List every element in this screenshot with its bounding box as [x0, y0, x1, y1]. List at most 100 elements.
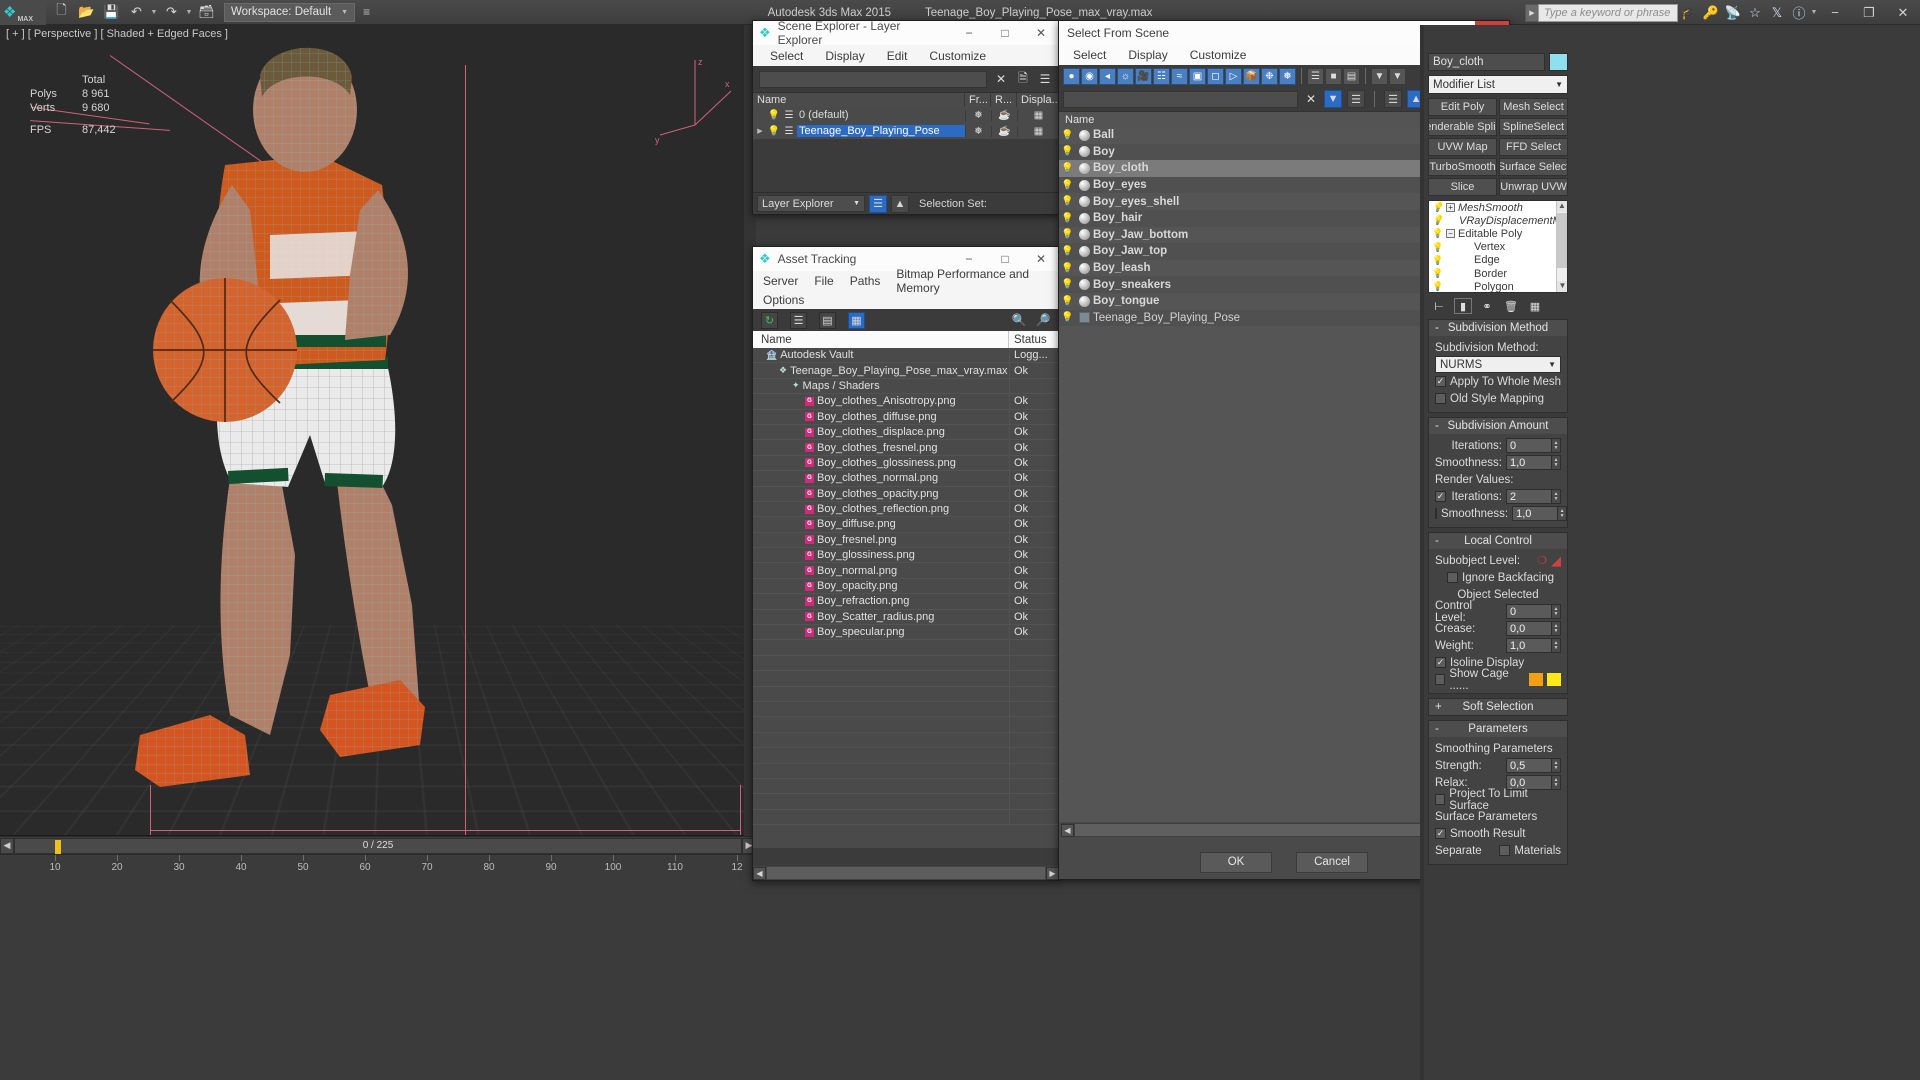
- column-freeze[interactable]: Fr...: [965, 93, 991, 107]
- spinner-arrows-icon[interactable]: ▲▼: [1552, 489, 1561, 504]
- show-cage-checkbox[interactable]: [1435, 674, 1445, 685]
- scene-explorer-menu-customize[interactable]: Customize: [929, 49, 986, 63]
- sfs-menu-customize[interactable]: Customize: [1190, 48, 1247, 62]
- show-cage-row[interactable]: Show Cage ......: [1435, 671, 1561, 688]
- sfs-menu-select[interactable]: Select: [1073, 48, 1106, 62]
- column-name[interactable]: Name: [753, 93, 965, 107]
- undo-icon[interactable]: ↶: [125, 2, 148, 23]
- filter-particles-icon[interactable]: ❉: [1261, 68, 1278, 85]
- scene-explorer-filter-input[interactable]: [759, 71, 987, 88]
- asset-row[interactable]: GBoy_clothes_diffuse.pngOk: [753, 410, 1059, 425]
- asset-row[interactable]: GBoy_clothes_opacity.pngOk: [753, 487, 1059, 502]
- collapse-icon[interactable]: −: [1446, 229, 1455, 238]
- clear-filter-icon[interactable]: ✕: [993, 71, 1009, 87]
- object-visibility-icon[interactable]: 💡: [1059, 279, 1076, 290]
- ok-button[interactable]: OK: [1200, 852, 1272, 873]
- expand-icon[interactable]: +: [1446, 203, 1455, 212]
- asset-menu-bitmap[interactable]: Bitmap Performance and Memory: [896, 267, 1059, 295]
- subobject-edge-icon[interactable]: ◢: [1551, 553, 1561, 569]
- scene-explorer-row[interactable]: 💡☰0 (default)❅☕▦: [753, 107, 1059, 123]
- scroll-left-arrow-icon[interactable]: ◀: [1061, 824, 1074, 837]
- object-visibility-icon[interactable]: 💡: [1059, 180, 1076, 191]
- new-layer-icon[interactable]: 🗎: [1015, 71, 1031, 87]
- show-end-result-icon[interactable]: ▮: [1454, 298, 1472, 314]
- expand-arrow-icon[interactable]: ▶: [753, 127, 767, 135]
- spinner-arrows-icon[interactable]: ▲▼: [1558, 506, 1567, 521]
- asset-row[interactable]: GBoy_specular.pngOk: [753, 625, 1059, 640]
- control-level-spinner[interactable]: 0 ▲▼: [1506, 604, 1561, 619]
- modifier-stack[interactable]: 💡+MeshSmooth💡VRayDisplacementMo💡−Editabl…: [1428, 200, 1568, 293]
- perspective-viewport[interactable]: z y x: [0, 25, 756, 836]
- clear-search-icon[interactable]: ✕: [1303, 91, 1319, 107]
- track-bar-ruler[interactable]: 10203040506070809010011012: [0, 854, 756, 880]
- modifier-button[interactable]: UVW Map: [1428, 138, 1497, 156]
- subdivision-method-dropdown[interactable]: NURMS ▼: [1435, 356, 1561, 373]
- modifier-enable-icon[interactable]: 💡: [1432, 215, 1443, 226]
- max-logo-button[interactable]: ❖ MAX: [0, 0, 46, 25]
- new-file-icon[interactable]: 🗋: [50, 2, 73, 23]
- spinner-arrows-icon[interactable]: ▲▼: [1552, 604, 1561, 619]
- filter-lights-icon[interactable]: ☼: [1117, 68, 1134, 85]
- old-style-mapping-row[interactable]: Old Style Mapping: [1435, 390, 1561, 407]
- make-unique-icon[interactable]: ⚭: [1478, 298, 1496, 314]
- object-visibility-icon[interactable]: 💡: [1059, 196, 1076, 207]
- modifier-button[interactable]: FFD Select: [1499, 138, 1568, 156]
- modifier-button[interactable]: Surface Select: [1499, 158, 1568, 176]
- restore-window-button[interactable]: ❐: [1852, 0, 1886, 25]
- info-center-icon[interactable]: 🎓: [1678, 2, 1700, 24]
- object-color-swatch[interactable]: [1549, 53, 1568, 71]
- asset-menu-server[interactable]: Server: [763, 274, 798, 288]
- smoothness-value[interactable]: 1,0: [1506, 455, 1552, 470]
- scene-explorer-window[interactable]: ❖ Scene Explorer - Layer Explorer − □ ✕ …: [752, 20, 1060, 215]
- asset-row[interactable]: GBoy_refraction.pngOk: [753, 594, 1059, 609]
- render-iterations-spinner[interactable]: 2 ▲▼: [1506, 489, 1561, 504]
- timeline-track[interactable]: 0 / 225: [14, 838, 742, 854]
- modifier-stack-scrollbar[interactable]: ▲ ▼: [1556, 201, 1567, 292]
- grid-view-icon[interactable]: ▦: [848, 312, 865, 329]
- modifier-button[interactable]: Mesh Select: [1499, 98, 1568, 116]
- spinner-arrows-icon[interactable]: ▲▼: [1552, 621, 1561, 636]
- rollout-header-subdivision-method[interactable]: - Subdivision Method: [1429, 320, 1567, 336]
- layers-toggle-icon[interactable]: ☰: [1347, 90, 1365, 108]
- search-input[interactable]: Type a keyword or phrase: [1538, 4, 1678, 22]
- scrollbar-thumb[interactable]: [767, 867, 1045, 879]
- redo-dropdown-icon[interactable]: ▼: [185, 9, 193, 16]
- scroll-down-arrow-icon[interactable]: ▼: [1557, 281, 1568, 292]
- filter-geometry-icon[interactable]: ◉: [1081, 68, 1098, 85]
- asset-row[interactable]: GBoy_clothes_normal.pngOk: [753, 471, 1059, 486]
- explorer-mode-dropdown[interactable]: Layer Explorer ▼: [757, 195, 865, 212]
- sfs-menu-display[interactable]: Display: [1128, 48, 1167, 62]
- filter-cameras-icon[interactable]: 🎥: [1135, 68, 1152, 85]
- scrollbar-thumb[interactable]: [1557, 213, 1568, 268]
- detail-view-icon[interactable]: ▤: [819, 312, 836, 329]
- modifier-stack-row[interactable]: 💡VRayDisplacementMo: [1429, 214, 1567, 227]
- layer-name[interactable]: 0 (default): [797, 109, 965, 121]
- workspace-selector[interactable]: Workspace: Default ▼: [224, 3, 355, 22]
- crease-spinner[interactable]: 0,0 ▲▼: [1506, 621, 1561, 636]
- scene-explorer-menu-display[interactable]: Display: [825, 49, 864, 63]
- modifier-button[interactable]: Slice: [1428, 178, 1497, 196]
- render-smoothness-value[interactable]: 1,0: [1512, 506, 1558, 521]
- redo-icon[interactable]: ↷: [160, 2, 183, 23]
- apply-whole-mesh-row[interactable]: ✓ Apply To Whole Mesh: [1435, 373, 1561, 390]
- help-icon[interactable]: ⓘ: [1788, 2, 1810, 24]
- asset-row[interactable]: GBoy_clothes_reflection.pngOk: [753, 502, 1059, 517]
- spinner-arrows-icon[interactable]: ▲▼: [1552, 438, 1561, 453]
- asset-row[interactable]: 🏦Autodesk VaultLogg...: [753, 348, 1059, 363]
- strength-value[interactable]: 0,5: [1506, 758, 1552, 773]
- refresh-icon[interactable]: ↻: [761, 312, 778, 329]
- scene-explorer-menu-select[interactable]: Select: [770, 49, 803, 63]
- smoothness-spinner[interactable]: 1,0 ▲▼: [1506, 455, 1561, 470]
- smooth-result-row[interactable]: ✓ Smooth Result: [1435, 825, 1561, 842]
- spinner-arrows-icon[interactable]: ▲▼: [1552, 758, 1561, 773]
- object-visibility-icon[interactable]: 💡: [1059, 263, 1076, 274]
- scene-explorer-menu-edit[interactable]: Edit: [887, 49, 908, 63]
- project-to-limit-checkbox[interactable]: [1435, 794, 1445, 805]
- object-visibility-icon[interactable]: 💡: [1059, 146, 1076, 157]
- timeline-thumb[interactable]: [55, 840, 61, 854]
- modifier-button[interactable]: SplineSelect: [1499, 118, 1568, 136]
- asset-row[interactable]: GBoy_Scatter_radius.pngOk: [753, 610, 1059, 625]
- iterations-spinner[interactable]: 0 ▲▼: [1506, 438, 1561, 453]
- display-block-icon[interactable]: ■: [1325, 68, 1342, 85]
- modifier-enable-icon[interactable]: 💡: [1432, 228, 1443, 239]
